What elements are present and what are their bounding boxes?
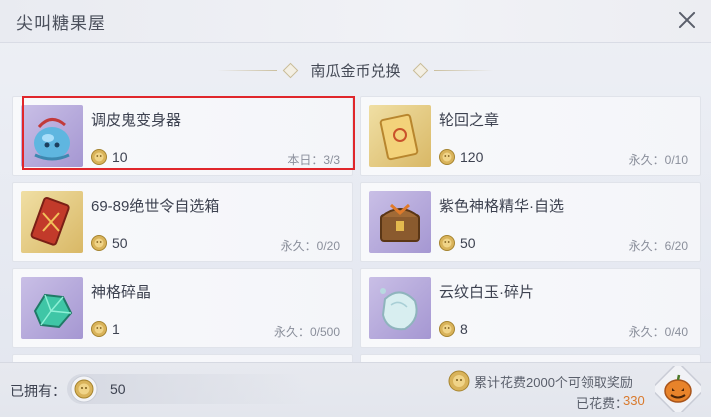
item-thumbnail <box>21 277 83 339</box>
pumpkin-coin-icon <box>70 375 98 403</box>
item-price: 120 <box>460 149 484 165</box>
exchange-item-card[interactable]: 神格碎晶 1 永久：0/500 <box>12 268 353 348</box>
item-thumbnail <box>369 277 431 339</box>
exchange-item-card[interactable]: 69-89绝世令自选箱 50 永久：0/20 <box>12 182 353 262</box>
item-price: 1 <box>112 321 120 337</box>
white-jade-icon <box>380 288 418 331</box>
item-thumbnail <box>369 191 431 253</box>
blue-ghost-device-icon <box>34 118 70 161</box>
purchase-limit: 永久：0/500 <box>273 325 340 339</box>
purchase-limit: 永久：0/40 <box>628 325 688 339</box>
pumpkin-coin-icon <box>439 321 455 337</box>
owned-label: 已拥有： <box>10 383 66 399</box>
pumpkin-reward-icon[interactable] <box>655 366 701 412</box>
green-crystal-icon <box>33 293 73 329</box>
golden-scroll-icon <box>379 113 419 161</box>
item-price: 50 <box>460 235 476 251</box>
pumpkin-coin-icon <box>91 235 107 251</box>
item-thumbnail <box>21 105 83 167</box>
treasure-chest-icon <box>380 203 420 242</box>
item-price: 10 <box>112 149 128 165</box>
purchase-limit: 永久：6/20 <box>628 239 688 253</box>
pumpkin-coin-icon <box>439 235 455 251</box>
red-token-box-icon <box>30 196 70 246</box>
exchange-item-card[interactable]: 云纹白玉·碎片 8 永久：0/40 <box>360 268 701 348</box>
pumpkin-coin-icon <box>448 370 470 392</box>
exchange-item-card[interactable]: 紫色神格精华·自选 50 永久：6/20 <box>360 182 701 262</box>
item-name: 轮回之章 <box>439 112 500 129</box>
item-thumbnail <box>21 191 83 253</box>
item-name: 调皮鬼变身器 <box>91 112 182 129</box>
item-price: 8 <box>460 321 468 337</box>
item-name: 69-89绝世令自选箱 <box>91 198 220 215</box>
spent-label: 已花费： <box>576 396 629 411</box>
pumpkin-coin-icon <box>91 321 107 337</box>
exchange-list: 调皮鬼变身器 10 本日：3/3 轮回之章 120 永久：0/10 69-89绝… <box>0 0 711 416</box>
owned-coin-count: 50 <box>110 381 126 397</box>
item-thumbnail <box>369 105 431 167</box>
pumpkin-coin-icon <box>439 149 455 165</box>
item-price: 50 <box>112 235 128 251</box>
purchase-limit: 本日：3/3 <box>287 153 340 167</box>
spent-value: 330 <box>623 393 645 408</box>
purchase-limit: 永久：0/10 <box>628 153 688 167</box>
item-name: 云纹白玉·碎片 <box>439 284 534 301</box>
exchange-item-card[interactable]: 轮回之章 120 永久：0/10 <box>360 96 701 176</box>
reward-hint: 累计花费2000个可领取奖励 <box>474 375 633 390</box>
purchase-limit: 永久：0/20 <box>280 239 340 253</box>
item-name: 神格碎晶 <box>91 284 152 301</box>
item-name: 紫色神格精华·自选 <box>439 198 564 215</box>
pumpkin-coin-icon <box>91 149 107 165</box>
exchange-item-card[interactable]: 调皮鬼变身器 10 本日：3/3 <box>12 96 353 176</box>
owned-balance-bar <box>67 374 307 404</box>
